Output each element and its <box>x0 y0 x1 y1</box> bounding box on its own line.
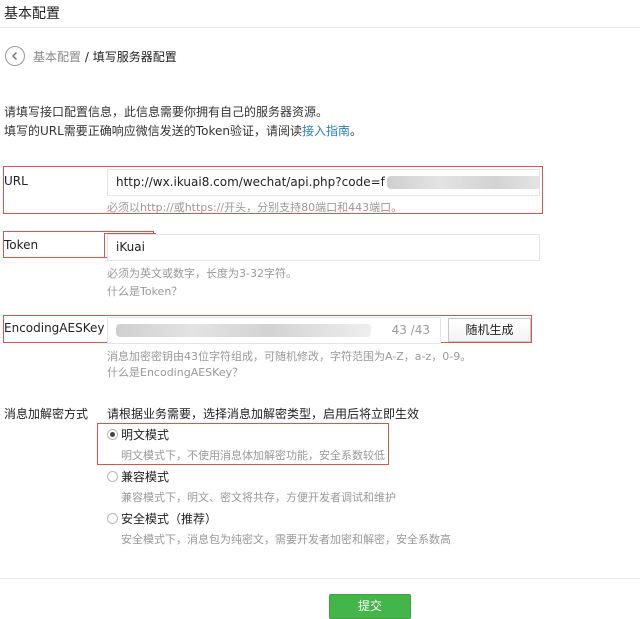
guide-link[interactable]: 接入指南 <box>302 124 350 138</box>
chevron-left-icon <box>11 51 18 61</box>
breadcrumb: 基本配置 / 填写服务器配置 <box>33 48 177 65</box>
url-hint: 必须以http://或https://开头，分别支持80端口和443端口。 <box>107 201 403 214</box>
intro-line-2-suffix: 。 <box>349 124 362 138</box>
intro-line-2: 填写的URL需要正确响应微信发送的Token验证，请阅读接入指南。 <box>4 122 362 141</box>
aes-label: EncodingAESKey <box>4 321 105 335</box>
option-secure-title[interactable]: 安全模式（推荐） <box>121 510 217 527</box>
option-plaintext-title[interactable]: 明文模式 <box>121 426 169 443</box>
breadcrumb-parent[interactable]: 基本配置 <box>33 50 81 64</box>
encryption-label: 消息加解密方式 <box>4 407 89 421</box>
encryption-instruction: 请根据业务需要，选择消息加解密类型，启用后将立即生效 <box>107 407 420 421</box>
submit-button[interactable]: 提交 <box>329 594 411 619</box>
redacted-blur <box>386 176 539 189</box>
radio-plaintext-mode[interactable] <box>107 429 118 440</box>
option-compatible-title[interactable]: 兼容模式 <box>121 468 169 485</box>
aes-help-link[interactable]: 什么是EncodingAESKey？ <box>107 364 243 380</box>
url-input[interactable]: http://wx.ikuai8.com/wechat/api.php?code… <box>107 169 540 196</box>
intro-line-1: 请填写接口配置信息，此信息需要你拥有自己的服务器资源。 <box>4 105 329 119</box>
intro-text: 请填写接口配置信息，此信息需要你拥有自己的服务器资源。 填写的URL需要正确响应… <box>4 103 362 141</box>
aes-key-input[interactable]: 43 /43 <box>107 317 441 344</box>
aes-hint: 消息加密密钥由43位字符组成，可随机修改，字符范围为A-Z，a-z，0-9。 <box>107 350 472 363</box>
back-button[interactable] <box>5 46 25 66</box>
intro-line-2-text: 填写的URL需要正确响应微信发送的Token验证，请阅读 <box>4 124 302 138</box>
radio-compatible-mode[interactable] <box>107 471 118 482</box>
breadcrumb-current: 填写服务器配置 <box>92 50 177 64</box>
option-secure-desc: 安全模式下，消息包为纯密文，需要开发者加密和解密，安全系数高 <box>121 533 451 546</box>
token-label: Token <box>4 238 39 252</box>
token-input-value: iKuai <box>116 240 145 254</box>
token-input[interactable]: iKuai <box>107 234 540 261</box>
divider <box>0 27 640 28</box>
divider <box>0 578 640 579</box>
url-label: URL <box>4 174 28 188</box>
random-generate-button[interactable]: 随机生成 <box>448 318 531 342</box>
breadcrumb-separator: / <box>81 50 93 64</box>
option-compatible-desc: 兼容模式下，明文、密文将共存，方便开发者调试和维护 <box>121 491 396 504</box>
token-help-link[interactable]: 什么是Token？ <box>107 283 182 299</box>
option-plaintext-desc: 明文模式下，不使用消息体加解密功能，安全系数较低 <box>121 449 385 462</box>
page-title: 基本配置 <box>4 6 60 22</box>
radio-secure-mode[interactable] <box>107 513 118 524</box>
aes-char-counter: 43 /43 <box>391 323 430 337</box>
url-input-value: http://wx.ikuai8.com/wechat/api.php?code… <box>116 175 385 189</box>
redacted-blur <box>116 324 371 337</box>
token-hint: 必须为英文或数字，长度为3-32字符。 <box>107 267 297 280</box>
